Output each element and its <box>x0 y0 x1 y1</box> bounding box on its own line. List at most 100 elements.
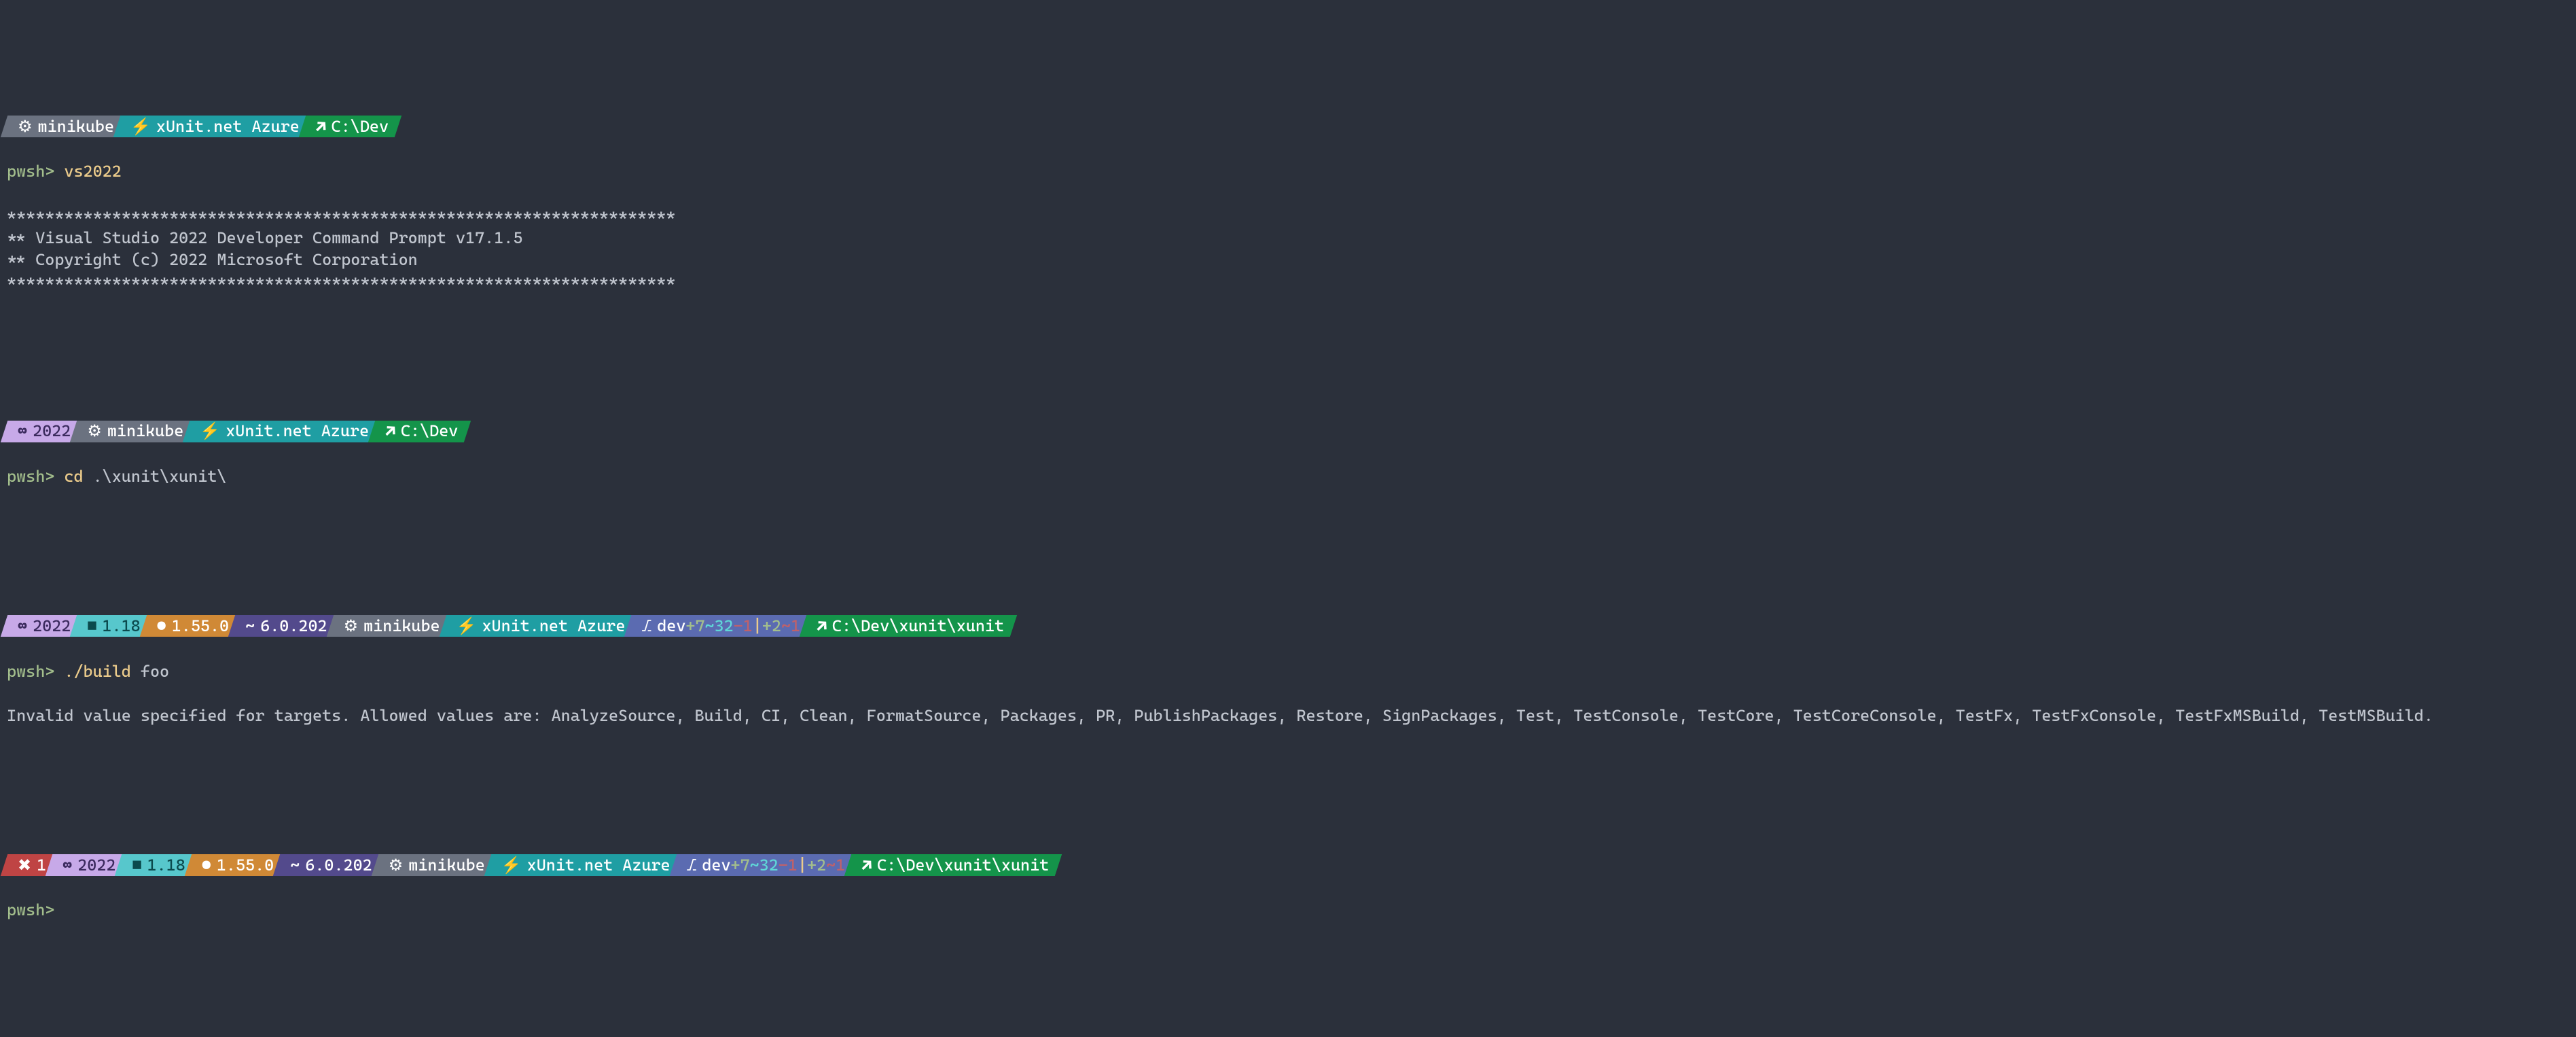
command-arg: .\xunit\xunit\ <box>93 467 227 486</box>
powerline-prompt-1: minikube xUnit.net AzureC:\Dev <box>7 116 2569 137</box>
tilde-segment: 6.0.202 <box>232 615 337 637</box>
gear-icon <box>18 116 33 137</box>
gear-segment: minikube <box>4 116 124 137</box>
git-modified: ~1 <box>781 615 800 637</box>
dot-segment: 1.55.0 <box>188 854 283 876</box>
segment-label: xUnit.net Azure <box>156 116 300 137</box>
git-status-segment: dev +7 ~32 -1 | +2 ~1 <box>628 615 810 637</box>
vs-segment: 2022 <box>49 854 125 876</box>
link-segment: C:\Dev <box>372 421 467 442</box>
segment-label: 1.18 <box>102 615 140 637</box>
link-segment: C:\Dev\xunit\xunit <box>803 615 1014 637</box>
gear-icon <box>87 420 102 442</box>
powerline-prompt-3: 2022 1.18 1.55.0 6.0.202 minikube xUnit.net A… <box>7 615 2569 637</box>
bolt-segment: xUnit.net Azure <box>488 854 680 876</box>
command-arg <box>84 467 93 486</box>
bolt-icon <box>501 854 522 876</box>
segment-label: 1.55.0 <box>172 615 229 637</box>
segment-label: 1.55.0 <box>217 854 274 876</box>
command-text: vs2022 <box>64 162 121 181</box>
branch-icon <box>641 615 651 637</box>
branch-icon <box>687 854 697 876</box>
dot-icon <box>202 854 211 876</box>
vs-icon <box>62 854 72 876</box>
git-separator: | <box>798 854 807 876</box>
link-segment: C:\Dev <box>302 116 398 137</box>
segment-label: minikube <box>107 420 184 442</box>
prompt-gt: > <box>45 662 64 681</box>
segment-label: xUnit.net Azure <box>527 854 670 876</box>
segment-label: xUnit.net Azure <box>482 615 625 637</box>
git-branch: dev <box>702 854 730 876</box>
box-segment: 1.18 <box>73 615 149 637</box>
segment-label: C:\Dev\xunit\xunit <box>877 854 1049 876</box>
link-segment: C:\Dev\xunit\xunit <box>848 854 1058 876</box>
bolt-icon <box>130 116 151 137</box>
dot-icon <box>157 615 166 637</box>
shell-name: pwsh <box>7 467 45 486</box>
git-deleted: -1 <box>734 615 753 637</box>
segment-label: 6.0.202 <box>260 615 327 637</box>
dot-segment: 1.55.0 <box>143 615 238 637</box>
link-icon <box>316 116 326 137</box>
tilde-segment: 6.0.202 <box>276 854 382 876</box>
git-branch: dev <box>657 615 685 637</box>
shell-name: pwsh <box>7 662 45 681</box>
segment-label: minikube <box>38 116 115 137</box>
segment-label: 2022 <box>33 615 71 637</box>
segment-label: 2022 <box>33 420 71 442</box>
bolt-icon <box>200 420 220 442</box>
tilde-icon <box>245 615 255 637</box>
segment-label: 2022 <box>77 854 115 876</box>
command-line-2[interactable]: pwsh> cd .\xunit\xunit\ <box>7 465 2569 487</box>
segment-label: xUnit.net Azure <box>226 420 369 442</box>
command-arg: foo <box>141 662 169 681</box>
git-modified: ~1 <box>826 854 845 876</box>
vs-segment: 2022 <box>4 615 80 637</box>
gear-segment: minikube <box>375 854 495 876</box>
segment-label: 1 <box>37 854 46 876</box>
git-ahead: +7 <box>731 854 750 876</box>
gear-segment: minikube <box>330 615 450 637</box>
bolt-icon <box>457 615 477 637</box>
x-segment: 1 <box>4 854 56 876</box>
vs-icon <box>18 420 27 442</box>
git-behind: ~32 <box>705 615 734 637</box>
git-deleted: -1 <box>779 854 798 876</box>
gear-icon <box>389 854 404 876</box>
link-icon <box>861 854 872 876</box>
prompt-gt: > <box>45 467 64 486</box>
box-segment: 1.18 <box>118 854 194 876</box>
segment-label: minikube <box>363 615 440 637</box>
git-behind: ~32 <box>750 854 779 876</box>
bolt-segment: xUnit.net Azure <box>186 421 378 442</box>
segment-label: minikube <box>408 854 485 876</box>
git-stash: +2 <box>762 615 781 637</box>
shell-name: pwsh <box>7 162 45 181</box>
bolt-segment: xUnit.net Azure <box>443 615 635 637</box>
bolt-segment: xUnit.net Azure <box>117 116 309 137</box>
command-line-1[interactable]: pwsh> vs2022 <box>7 160 2569 182</box>
shell-name: pwsh <box>7 900 45 919</box>
prompt-gt: > <box>45 162 64 181</box>
command-line-4[interactable]: pwsh> <box>7 899 2569 921</box>
segment-label: 6.0.202 <box>305 854 372 876</box>
command-line-3[interactable]: pwsh> ./build foo <box>7 661 2569 682</box>
prompt-gt: > <box>45 900 54 919</box>
git-stash: +2 <box>807 854 826 876</box>
vs-icon <box>18 615 27 637</box>
box-icon <box>132 854 141 876</box>
powerline-prompt-2: 2022 minikube xUnit.net Azure C:\Dev <box>7 421 2569 442</box>
link-icon <box>817 615 827 637</box>
link-icon <box>385 420 395 442</box>
segment-label: 1.18 <box>147 854 185 876</box>
output-block-3: Invalid value specified for targets. All… <box>7 705 2569 726</box>
x-icon <box>18 854 31 876</box>
box-icon <box>87 615 96 637</box>
git-separator: | <box>753 615 762 637</box>
segment-label: C:\Dev <box>401 420 458 442</box>
segment-label: C:\Dev\xunit\xunit <box>832 615 1004 637</box>
powerline-prompt-4: 1 2022 1.18 1.55.0 6.0.202 minikube xUnit.net … <box>7 854 2569 876</box>
tilde-icon <box>290 854 300 876</box>
gear-segment: minikube <box>73 421 193 442</box>
